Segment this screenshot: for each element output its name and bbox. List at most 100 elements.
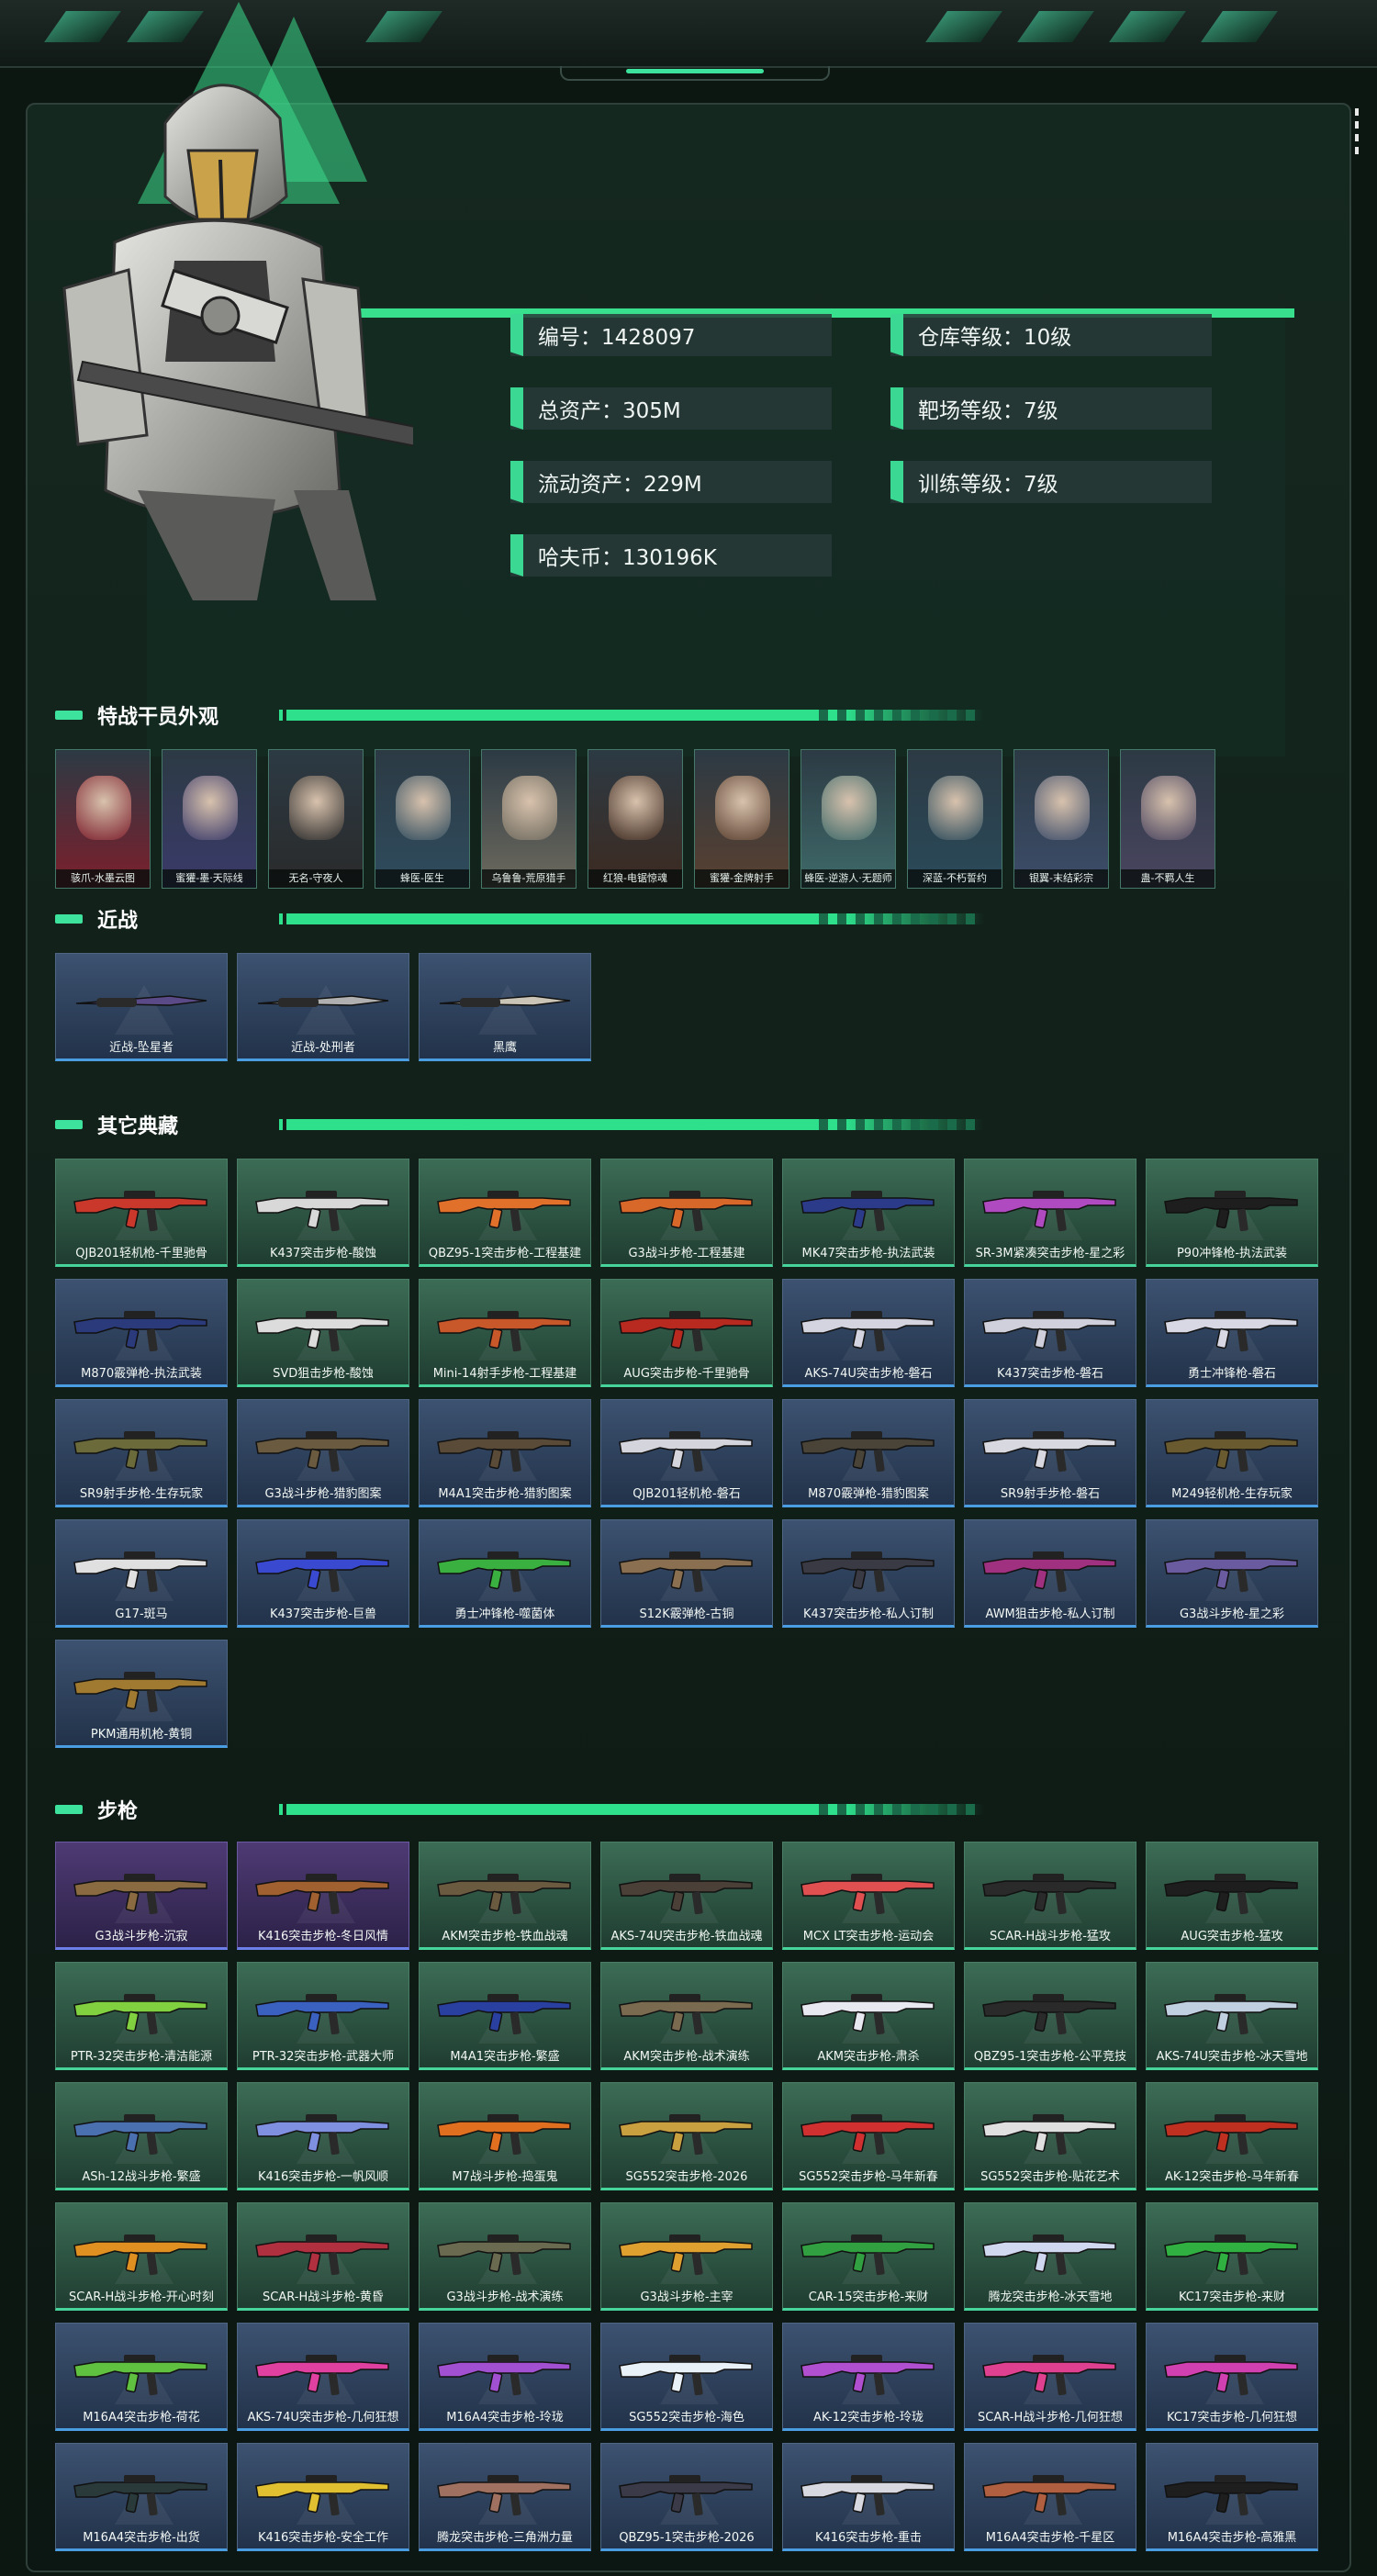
collection-weapon-card[interactable]: K437突击步枪-巨兽: [237, 1519, 409, 1628]
rifle-card[interactable]: K416突击步枪-一帆风顺: [237, 2082, 409, 2190]
operator-skin-card[interactable]: 深蓝-不朽誓约: [907, 749, 1002, 889]
collection-weapon-card[interactable]: QJB201轻机枪-千里驰骨: [55, 1159, 228, 1267]
scrollbar[interactable]: [1355, 108, 1360, 160]
rifle-card[interactable]: SCAR-H战斗步枪-猛攻: [964, 1842, 1136, 1950]
rifle-card[interactable]: CAR-15突击步枪-来财: [782, 2202, 955, 2311]
collection-weapon-card[interactable]: PKM通用机枪-黄铜: [55, 1640, 228, 1748]
collection-weapon-card[interactable]: M4A1突击步枪-猎豹图案: [419, 1399, 591, 1507]
operator-label: 蛊-不羁人生: [1121, 869, 1215, 888]
rifle-card[interactable]: AKM突击步枪-战术演练: [600, 1962, 773, 2070]
operator-skin-card[interactable]: 无名-守夜人: [268, 749, 364, 889]
collection-weapon-card[interactable]: AWM狙击步枪-私人订制: [964, 1519, 1136, 1628]
card-label: KC17突击步枪-几何狂想: [1166, 2411, 1298, 2425]
weapon-image: [982, 1431, 1116, 1473]
rifle-card[interactable]: SG552突击步枪-2026: [600, 2082, 773, 2190]
rifle-card[interactable]: G3战斗步枪-沉寂: [55, 1842, 228, 1950]
collection-weapon-card[interactable]: QBZ95-1突击步枪-工程基建: [419, 1159, 591, 1267]
collection-weapon-card[interactable]: M870霰弹枪-执法武装: [55, 1279, 228, 1387]
rifle-card[interactable]: M16A4突击步枪-荷花: [55, 2323, 228, 2431]
operator-skin-card[interactable]: 红狼-电锯惊魂: [588, 749, 683, 889]
rifle-card[interactable]: G3战斗步枪-战术演练: [419, 2202, 591, 2311]
melee-card[interactable]: 黑鹰: [419, 953, 591, 1061]
weapon-image: [1164, 1551, 1298, 1593]
operator-skin-card[interactable]: 蜜獾-金牌射手: [694, 749, 789, 889]
rifle-card[interactable]: AKM突击步枪-铁血战魂: [419, 1842, 591, 1950]
rifle-card[interactable]: M7战斗步枪-捣蛋鬼: [419, 2082, 591, 2190]
rifle-card[interactable]: G3战斗步枪-主宰: [600, 2202, 773, 2311]
rifle-card[interactable]: AKS-74U突击步枪-铁血战魂: [600, 1842, 773, 1950]
rifle-card[interactable]: AK-12突击步枪-玲珑: [782, 2323, 955, 2431]
operator-skin-card[interactable]: 骇爪-水墨云图: [55, 749, 151, 889]
collection-weapon-card[interactable]: Mini-14射手步枪-工程基建: [419, 1279, 591, 1387]
operator-skin-card[interactable]: 银翼-末结彩宗: [1013, 749, 1109, 889]
collection-weapon-card[interactable]: G3战斗步枪-猎豹图案: [237, 1399, 409, 1507]
rifle-card[interactable]: AKS-74U突击步枪-冰天雪地: [1146, 1962, 1318, 2070]
collection-weapon-card[interactable]: M870霰弹枪-猎豹图案: [782, 1399, 955, 1507]
collection-weapon-card[interactable]: SR9射手步枪-生存玩家: [55, 1399, 228, 1507]
knife-image: [257, 995, 389, 1007]
rifle-card[interactable]: K416突击步枪-重击: [782, 2443, 955, 2551]
collection-weapon-card[interactable]: SR-3M紧凑突击步枪-星之彩: [964, 1159, 1136, 1267]
rifle-card[interactable]: PTR-32突击步枪-清洁能源: [55, 1962, 228, 2070]
collection-weapon-card[interactable]: SR9射手步枪-磐石: [964, 1399, 1136, 1507]
rifle-card[interactable]: AKM突击步枪-肃杀: [782, 1962, 955, 2070]
collection-weapon-card[interactable]: QJB201轻机枪-磐石: [600, 1399, 773, 1507]
weapon-image: [800, 2114, 935, 2156]
rifle-card[interactable]: SG552突击步枪-海色: [600, 2323, 773, 2431]
melee-card[interactable]: 近战-坠星者: [55, 953, 228, 1061]
operator-skin-card[interactable]: 蛊-不羁人生: [1120, 749, 1215, 889]
collection-weapon-card[interactable]: S12K霰弹枪-古铜: [600, 1519, 773, 1628]
collection-weapon-card[interactable]: MK47突击步枪-执法武装: [782, 1159, 955, 1267]
operator-skin-card[interactable]: 蜜獾-墨·天际线: [162, 749, 257, 889]
collection-weapon-card[interactable]: M249轻机枪-生存玩家: [1146, 1399, 1318, 1507]
collection-weapon-card[interactable]: G3战斗步枪-工程基建: [600, 1159, 773, 1267]
collection-weapon-card[interactable]: 勇士冲锋枪-磐石: [1146, 1279, 1318, 1387]
rifle-card[interactable]: SCAR-H战斗步枪-几何狂想: [964, 2323, 1136, 2431]
rifle-card[interactable]: AK-12突击步枪-马年新春: [1146, 2082, 1318, 2190]
rifle-card[interactable]: M16A4突击步枪-玲珑: [419, 2323, 591, 2431]
weapon-image: [437, 1551, 571, 1593]
operator-skin-card[interactable]: 蜂医-医生: [375, 749, 470, 889]
operator-skin-card[interactable]: 乌鲁鲁-荒原猎手: [481, 749, 577, 889]
collection-weapon-card[interactable]: G17-斑马: [55, 1519, 228, 1628]
rifle-card[interactable]: KC17突击步枪-来财: [1146, 2202, 1318, 2311]
rifle-card[interactable]: PTR-32突击步枪-武器大师: [237, 1962, 409, 2070]
weapon-image: [437, 2114, 571, 2156]
collection-weapon-card[interactable]: AKS-74U突击步枪-磐石: [782, 1279, 955, 1387]
section-divider: [279, 710, 984, 721]
operator-face-image: [609, 776, 664, 840]
rifle-card[interactable]: SG552突击步枪-马年新春: [782, 2082, 955, 2190]
collection-weapon-card[interactable]: P90冲锋枪-执法武装: [1146, 1159, 1318, 1267]
collection-weapon-card[interactable]: 勇士冲锋枪-噬菌体: [419, 1519, 591, 1628]
collection-weapon-card[interactable]: AUG突击步枪-千里驰骨: [600, 1279, 773, 1387]
rifle-card[interactable]: QBZ95-1突击步枪-公平竞技: [964, 1962, 1136, 2070]
rifle-card[interactable]: M16A4突击步枪-高雅黑: [1146, 2443, 1318, 2551]
collection-weapon-card[interactable]: K437突击步枪-磐石: [964, 1279, 1136, 1387]
collection-weapon-card[interactable]: SVD狙击步枪-酸蚀: [237, 1279, 409, 1387]
collection-weapon-card[interactable]: K437突击步枪-酸蚀: [237, 1159, 409, 1267]
rifle-card[interactable]: SCAR-H战斗步枪-开心时刻: [55, 2202, 228, 2311]
rifle-card[interactable]: SCAR-H战斗步枪-黄昏: [237, 2202, 409, 2311]
rifle-card[interactable]: M16A4突击步枪-千星区: [964, 2443, 1136, 2551]
card-label: AWM狙击步枪-私人订制: [985, 1607, 1115, 1621]
collection-weapon-card[interactable]: K437突击步枪-私人订制: [782, 1519, 955, 1628]
card-label: M16A4突击步枪-千星区: [985, 2531, 1115, 2545]
rifle-card[interactable]: M4A1突击步枪-繁盛: [419, 1962, 591, 2070]
card-label: AKS-74U突击步枪-冰天雪地: [1156, 2050, 1308, 2064]
rifle-card[interactable]: AUG突击步枪-猛攻: [1146, 1842, 1318, 1950]
melee-card[interactable]: 近战-处刑者: [237, 953, 409, 1061]
rifle-card[interactable]: AKS-74U突击步枪-几何狂想: [237, 2323, 409, 2431]
collection-weapon-card[interactable]: G3战斗步枪-星之彩: [1146, 1519, 1318, 1628]
rifle-card[interactable]: 腾龙突击步枪-冰天雪地: [964, 2202, 1136, 2311]
rifle-card[interactable]: MCX LT突击步枪-运动会: [782, 1842, 955, 1950]
rifle-card[interactable]: QBZ95-1突击步枪-2026: [600, 2443, 773, 2551]
rifle-card[interactable]: K416突击步枪-安全工作: [237, 2443, 409, 2551]
rifle-card[interactable]: KC17突击步枪-几何狂想: [1146, 2323, 1318, 2431]
rifle-card[interactable]: K416突击步枪-冬日风情: [237, 1842, 409, 1950]
rifle-card[interactable]: ASh-12战斗步枪-繁盛: [55, 2082, 228, 2190]
operator-skin-card[interactable]: 蜂医-逆游人·无题师: [800, 749, 896, 889]
rifle-card[interactable]: M16A4突击步枪-出货: [55, 2443, 228, 2551]
rifle-card[interactable]: SG552突击步枪-贴花艺术: [964, 2082, 1136, 2190]
rifle-card[interactable]: 腾龙突击步枪-三角洲力量: [419, 2443, 591, 2551]
weapon-image: [437, 2475, 571, 2516]
